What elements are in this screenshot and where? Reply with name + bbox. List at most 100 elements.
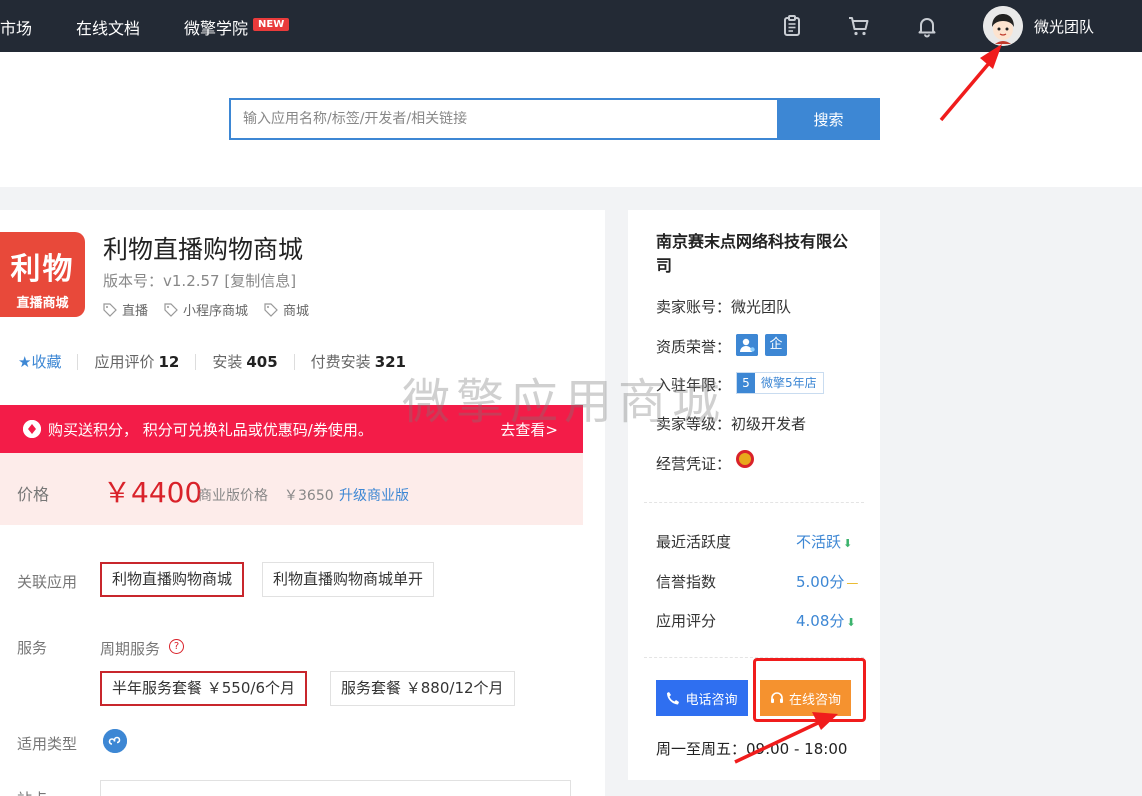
clipboard-icon[interactable] — [780, 14, 804, 38]
user-avatar[interactable] — [983, 6, 1023, 46]
seller-years-badge: 5 微擎5年店 — [736, 372, 824, 394]
divider — [644, 502, 864, 503]
related-apps-label: 关联应用 — [17, 573, 78, 591]
business-price-value: ￥3650 — [284, 488, 334, 504]
app-score-label: 应用评分 — [656, 612, 717, 630]
search-area: 搜索 — [0, 52, 1142, 187]
credit-label: 信誉指数 — [656, 573, 717, 591]
nav-market[interactable]: 市场 — [0, 15, 32, 39]
divider — [644, 657, 864, 658]
divider — [77, 353, 79, 370]
seller-years-text: 微擎5年店 — [761, 376, 817, 390]
dash-icon: — — [846, 576, 859, 590]
site-label: 站点 — [17, 788, 47, 796]
app-score-text: 4.08分 — [796, 612, 845, 630]
app-logo: 利物 直播商城 — [0, 232, 85, 317]
gift-icon — [23, 420, 41, 438]
seller-info-panel: 南京赛末点网络科技有限公司 卖家账号：微光团队 资质荣誉： 企 入驻年限： 5 … — [628, 210, 880, 780]
app-score-value: 4.08分 ⬇ — [796, 610, 856, 631]
app-version[interactable]: 版本号：v1.2.57 [复制信息] — [103, 270, 296, 291]
tag-mall[interactable]: 商城 — [264, 300, 309, 319]
business-license-icon[interactable] — [736, 450, 754, 468]
app-detail-panel: 利物 直播商城 利物直播购物商城 版本号：v1.2.57 [复制信息] 直播 小… — [0, 210, 605, 796]
seller-company-name[interactable]: 南京赛末点网络科技有限公司 — [656, 230, 856, 278]
paid-install-label: 付费安装 — [310, 353, 371, 371]
search-button[interactable]: 搜索 — [777, 98, 880, 140]
phone-consult-button[interactable]: 电话咨询 — [656, 680, 748, 716]
install-count: 405 — [246, 352, 278, 371]
app-title: 利物直播购物商城 — [103, 235, 304, 264]
seller-level-value: 初级开发者 — [731, 415, 807, 433]
headset-icon — [770, 692, 783, 703]
seller-license-row: 经营凭证： — [656, 453, 731, 474]
seller-account-row: 卖家账号：微光团队 — [656, 296, 791, 317]
miniprogram-icon — [103, 729, 127, 753]
seller-honor-label: 资质荣誉： — [656, 338, 732, 356]
rating-label: 应用评价 — [94, 353, 155, 371]
phone-consult-label: 电话咨询 — [685, 692, 738, 708]
tag-icon — [164, 302, 178, 317]
tag-icon — [103, 302, 117, 317]
tag-label: 商城 — [283, 304, 310, 319]
price-box: 价格 ￥4400 商业版价格 ￥3650 升级商业版 — [0, 453, 583, 525]
rating-count: 12 — [158, 352, 180, 371]
applicable-type-label: 适用类型 — [17, 735, 78, 753]
app-stats: ★收藏 应用评价 12 安装 405 付费安装 321 — [18, 351, 406, 372]
user-name[interactable]: 微光团队 — [1034, 16, 1094, 37]
price-label: 价格 — [17, 485, 50, 504]
promo-view-link[interactable]: 去查看> — [500, 419, 558, 440]
seller-years-label: 入驻年限： — [656, 376, 732, 394]
seller-account-value: 微光团队 — [731, 298, 792, 316]
help-icon[interactable]: ? — [169, 639, 184, 654]
activity-text: 不活跃 — [796, 533, 842, 551]
phone-icon — [667, 692, 680, 705]
cart-icon[interactable] — [847, 14, 871, 38]
promo-text: 购买送积分， 积分可兑换礼品或优惠码/券使用。 — [48, 421, 373, 439]
seller-level-row: 卖家等级：初级开发者 — [656, 413, 806, 434]
upgrade-business-link[interactable]: 升级商业版 — [339, 485, 409, 505]
app-logo-line2: 直播商城 — [16, 296, 69, 311]
points-promo-banner: 购买送积分， 积分可兑换礼品或优惠码/券使用。 去查看> — [0, 405, 583, 453]
seller-level-label: 卖家等级： — [656, 415, 732, 433]
price-value: ￥4400 — [103, 476, 203, 509]
service-label: 服务 — [17, 639, 48, 657]
top-navigation-bar: 市场 在线文档 微擎学院 NEW 微光团队 — [0, 0, 1142, 52]
related-app-option-main[interactable]: 利物直播购物商城 — [100, 562, 245, 597]
online-consult-button[interactable]: 在线咨询 — [760, 680, 851, 716]
service-option-annual[interactable]: 服务套餐 ￥880/12个月 — [330, 671, 515, 706]
seller-honor-row: 资质荣誉： — [656, 336, 731, 357]
seller-license-label: 经营凭证： — [656, 455, 732, 473]
service-option-half-year[interactable]: 半年服务套餐 ￥550/6个月 — [100, 671, 307, 706]
personal-verified-icon — [736, 334, 758, 356]
paid-install-count: 321 — [374, 352, 406, 371]
service-hours: 周一至周五：09:00 - 18:00 — [656, 740, 848, 758]
nav-academy[interactable]: 微擎学院 — [184, 15, 248, 39]
seller-account-label: 卖家账号： — [656, 298, 732, 316]
install-label: 安装 — [212, 353, 243, 371]
tag-label: 直播 — [122, 304, 149, 319]
arrow-down-icon: ⬇ — [846, 616, 856, 629]
tag-icon — [264, 302, 278, 317]
nav-online-docs[interactable]: 在线文档 — [76, 15, 140, 39]
activity-value: 不活跃 ⬇ — [796, 531, 852, 552]
app-tags: 直播 小程序商城 商城 — [103, 300, 309, 319]
related-app-option-single[interactable]: 利物直播购物商城单开 — [262, 562, 435, 597]
tag-miniprogram-mall[interactable]: 小程序商城 — [164, 300, 248, 319]
arrow-down-icon: ⬇ — [843, 537, 853, 550]
search-input[interactable] — [229, 98, 777, 140]
tag-label: 小程序商城 — [183, 304, 249, 319]
credit-text: 5.00分 — [796, 573, 845, 591]
new-badge: NEW — [253, 18, 290, 31]
divider — [293, 353, 295, 370]
seller-years-number: 5 — [737, 373, 755, 393]
online-consult-label: 在线咨询 — [788, 692, 841, 708]
divider — [195, 353, 197, 370]
bell-icon[interactable] — [915, 14, 939, 38]
favorite-button[interactable]: ★收藏 — [18, 351, 61, 372]
enterprise-verified-icon: 企 — [765, 334, 787, 356]
site-select[interactable] — [100, 780, 571, 796]
seller-years-row: 入驻年限： — [656, 374, 731, 395]
tag-live[interactable]: 直播 — [103, 300, 148, 319]
period-service-label: 周期服务 — [100, 640, 161, 658]
app-logo-line1: 利物 — [10, 252, 75, 287]
